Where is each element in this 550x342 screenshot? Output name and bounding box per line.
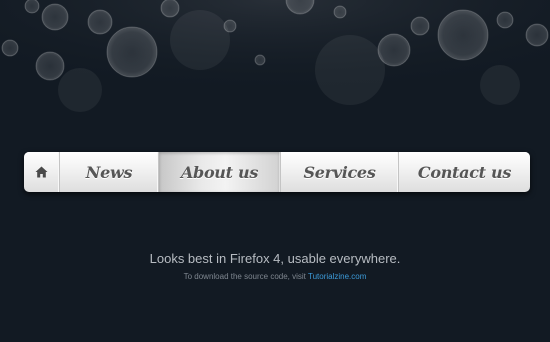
- main-navigation: News About us Services Contact us: [24, 152, 530, 192]
- nav-item-label: News: [85, 162, 133, 182]
- download-note: To download the source code, visit Tutor…: [0, 272, 550, 281]
- nav-home[interactable]: [24, 152, 60, 192]
- nav-item-news[interactable]: News: [60, 152, 159, 192]
- tagline: Looks best in Firefox 4, usable everywhe…: [149, 251, 401, 266]
- nav-item-services[interactable]: Services: [281, 152, 399, 192]
- download-note-text: To download the source code, visit: [183, 272, 306, 281]
- nav-item-about-us[interactable]: About us: [159, 152, 281, 192]
- home-icon: [35, 166, 48, 178]
- nav-item-label: About us: [180, 162, 259, 182]
- tutorialzine-link[interactable]: Tutorialzine.com: [308, 272, 366, 281]
- nav-item-label: Services: [303, 162, 376, 182]
- nav-item-contact-us[interactable]: Contact us: [399, 152, 530, 192]
- nav-item-label: Contact us: [417, 162, 512, 182]
